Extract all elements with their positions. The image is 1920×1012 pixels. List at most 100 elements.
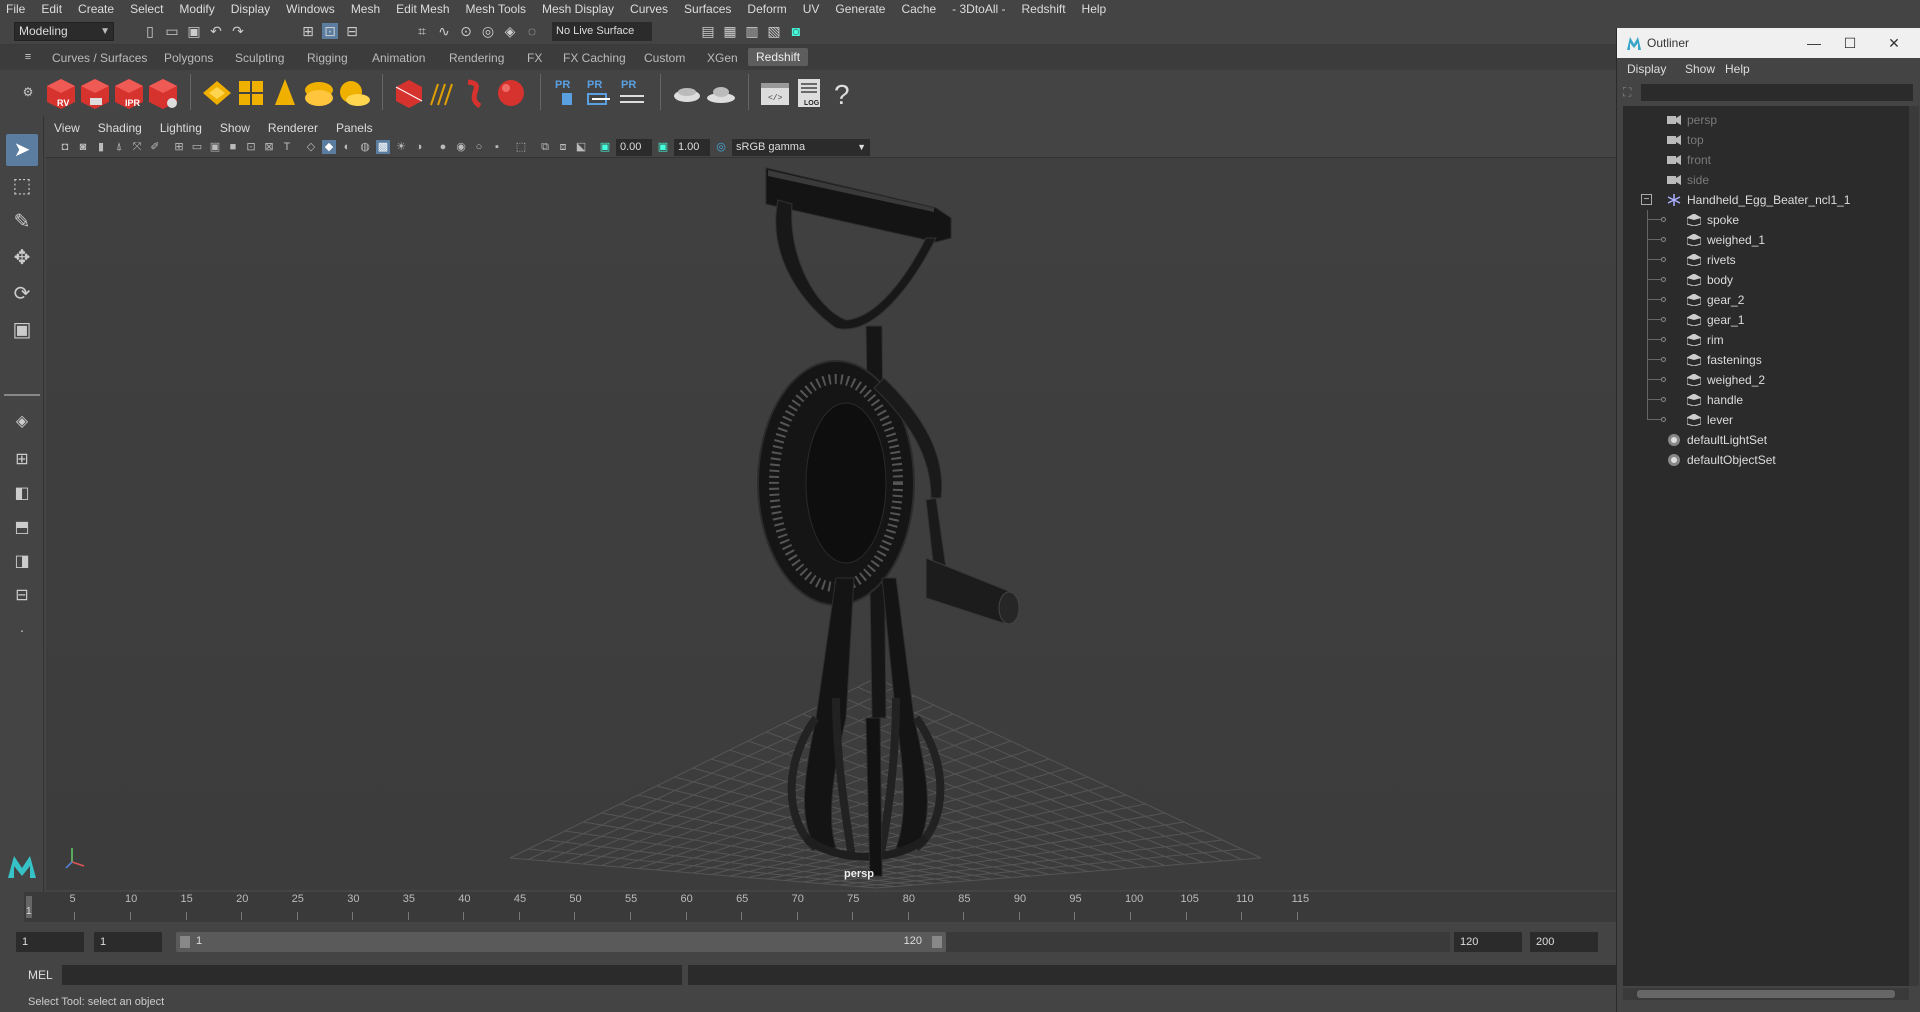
resolution-gate-icon[interactable]: ▣ (208, 140, 222, 154)
save-scene-icon[interactable]: ▣ (186, 23, 202, 39)
outliner-item-body[interactable]: body (1623, 270, 1909, 290)
gamma-icon[interactable]: ▣ (656, 140, 670, 154)
image-plane-icon[interactable]: ⍋ (112, 140, 126, 154)
outliner-search-input[interactable] (1641, 84, 1913, 101)
ies-light-icon[interactable] (268, 76, 302, 110)
outliner-item-lever[interactable]: lever (1623, 410, 1909, 430)
snap-point-icon[interactable]: ⊙ (458, 23, 474, 39)
shelf-tab-polygons[interactable]: Polygons (164, 51, 213, 65)
perspective-viewport[interactable]: persp (46, 158, 1618, 890)
help-icon[interactable]: ? (826, 76, 860, 110)
render-log-icon[interactable]: LOG (792, 76, 826, 110)
visibility-dot-icon[interactable] (1661, 217, 1666, 222)
camera-attributes-icon[interactable]: ◙ (76, 140, 90, 154)
outliner-titlebar[interactable]: Outliner — ☐ ✕ (1617, 28, 1920, 58)
range-track[interactable] (946, 932, 1450, 952)
menu-generate[interactable]: Generate (835, 2, 885, 16)
default-material-icon[interactable]: ◐ (340, 140, 354, 154)
grease-pencil-icon[interactable]: ✐ (148, 140, 162, 154)
screen-space-ao-icon[interactable]: ● (436, 140, 450, 154)
scroll-thumb[interactable] (1637, 990, 1895, 998)
render-view-icon[interactable]: ▤ (700, 23, 716, 39)
use-all-lights-icon[interactable]: ☀ (394, 140, 408, 154)
graph-layout-icon[interactable]: ⊟ (6, 580, 38, 612)
outliner-item-group[interactable]: − Handheld_Egg_Beater_ncl1_1 (1623, 190, 1909, 210)
new-scene-icon[interactable]: ▯ (142, 23, 158, 39)
menu-modify[interactable]: Modify (179, 2, 214, 16)
area-light-icon[interactable] (200, 76, 234, 110)
render-frame-icon[interactable]: ▦ (722, 23, 738, 39)
menu-create[interactable]: Create (78, 2, 114, 16)
close-icon[interactable]: ✕ (1883, 32, 1905, 54)
more-layouts-icon[interactable]: · (6, 614, 38, 646)
snap-grid-icon[interactable]: ⌗ (414, 23, 430, 39)
physical-sun-icon[interactable] (302, 76, 336, 110)
sphere-icon[interactable] (494, 76, 528, 110)
snap-curve-icon[interactable]: ∿ (436, 23, 452, 39)
visibility-dot-icon[interactable] (1661, 417, 1666, 422)
render-options-cube-icon[interactable] (146, 76, 180, 110)
render-view-cube-icon[interactable]: RV (44, 76, 78, 110)
view-transform-select[interactable]: sRGB gamma ▼ (732, 139, 870, 156)
minimize-icon[interactable]: — (1803, 32, 1825, 54)
menu-cache[interactable]: Cache (901, 2, 936, 16)
playback-end-field[interactable]: 120 (1454, 932, 1522, 952)
menu-display[interactable]: Display (231, 2, 270, 16)
render-cube-icon[interactable] (78, 76, 112, 110)
range-start-handle[interactable] (180, 936, 190, 948)
menu-surfaces[interactable]: Surfaces (684, 2, 731, 16)
command-input[interactable] (62, 965, 682, 985)
menu-set-select[interactable]: Modeling ▼ (14, 22, 114, 41)
outliner-item-defaultobjectset[interactable]: defaultObjectSet (1623, 450, 1909, 470)
proxy-export-icon[interactable]: PR (550, 76, 584, 110)
collapse-icon[interactable]: − (1641, 194, 1652, 205)
panel-menu-panels[interactable]: Panels (336, 121, 373, 135)
animation-start-field[interactable]: 1 (16, 932, 84, 952)
select-object-icon[interactable]: ⊡ (322, 23, 338, 39)
snap-surface-icon[interactable]: ◈ (502, 23, 518, 39)
script-language-toggle[interactable]: MEL (28, 968, 53, 982)
hypershade-icon[interactable]: ◙ (788, 23, 804, 39)
playback-start-field[interactable]: 1 (94, 932, 162, 952)
shader-ball-icon[interactable] (704, 76, 738, 110)
shelf-tab-redshift[interactable]: Redshift (748, 48, 809, 66)
filter-icon[interactable]: ⛶ (1623, 85, 1637, 99)
smooth-shade-icon[interactable]: ◆ (322, 140, 336, 154)
menu-mesh-display[interactable]: Mesh Display (542, 2, 614, 16)
shelf-tab-rendering[interactable]: Rendering (449, 51, 504, 65)
script-editor-icon[interactable]: </> (758, 76, 792, 110)
outliner-item-top[interactable]: top (1623, 130, 1909, 150)
2d-pan-zoom-icon[interactable]: ⤧ (130, 140, 144, 154)
shelf-tab-fx-caching[interactable]: FX Caching (563, 51, 626, 65)
panel-menu-renderer[interactable]: Renderer (268, 121, 318, 135)
select-hierarchy-icon[interactable]: ⊞ (300, 23, 316, 39)
outliner-item-weighed-2[interactable]: weighed_2 (1623, 370, 1909, 390)
menu-help[interactable]: Help (1082, 2, 1107, 16)
visibility-dot-icon[interactable] (1661, 297, 1666, 302)
maximize-icon[interactable]: ☐ (1839, 32, 1861, 54)
visibility-dot-icon[interactable] (1661, 237, 1666, 242)
outliner-item-handle[interactable]: handle (1623, 390, 1909, 410)
stacked-layout-icon[interactable]: ⬒ (6, 512, 38, 544)
bookmark-icon[interactable]: ▮ (94, 140, 108, 154)
single-view-layout-icon[interactable]: ◈ (6, 406, 38, 438)
outliner-item-side[interactable]: side (1623, 170, 1909, 190)
xray-icon[interactable]: ⧉ (538, 140, 552, 154)
outliner-menu-display[interactable]: Display (1627, 62, 1666, 76)
side-by-side-layout-icon[interactable]: ◧ (6, 478, 38, 510)
outliner-layout-icon[interactable]: ◨ (6, 546, 38, 578)
depth-of-field-icon[interactable]: ▪ (490, 140, 504, 154)
visibility-dot-icon[interactable] (1661, 257, 1666, 262)
range-bar[interactable]: 1 120 (176, 932, 946, 952)
ipr-cube-icon[interactable]: IPR (112, 76, 146, 110)
outliner-item-weighed-1[interactable]: weighed_1 (1623, 230, 1909, 250)
portal-light-icon[interactable] (234, 76, 268, 110)
field-chart-icon[interactable]: ⊡ (244, 140, 258, 154)
panel-menu-view[interactable]: View (54, 121, 80, 135)
animation-end-field[interactable]: 200 (1530, 932, 1598, 952)
motion-blur-icon[interactable]: ◉ (454, 140, 468, 154)
outliner-item-spoke[interactable]: spoke (1623, 210, 1909, 230)
menu-deform[interactable]: Deform (747, 2, 786, 16)
visibility-dot-icon[interactable] (1661, 377, 1666, 382)
outliner-item-gear-1[interactable]: gear_1 (1623, 310, 1909, 330)
